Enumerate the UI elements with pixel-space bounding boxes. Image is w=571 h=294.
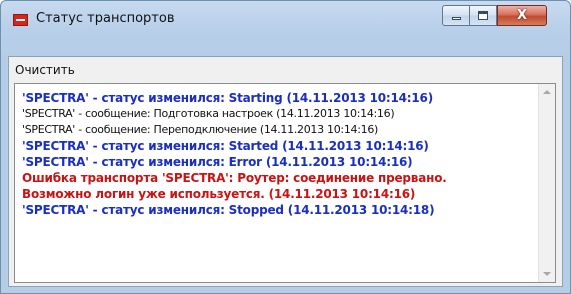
clear-button[interactable]: Очистить bbox=[15, 63, 75, 77]
log-line: Возможно логин уже используется. (14.11.… bbox=[22, 187, 416, 201]
log-textbox[interactable]: 'SPECTRA' - статус изменился: Starting (… bbox=[14, 83, 556, 283]
scroll-up-arrow-icon[interactable] bbox=[543, 90, 551, 94]
title-bar[interactable]: Статус транспортов X bbox=[1, 1, 570, 35]
app-icon-mark bbox=[16, 19, 25, 21]
vertical-scrollbar[interactable] bbox=[538, 84, 555, 282]
maximize-button[interactable] bbox=[470, 5, 497, 26]
window-title: Статус транспортов bbox=[36, 11, 175, 26]
log-lines: 'SPECTRA' - статус изменился: Starting (… bbox=[22, 90, 537, 218]
app-icon[interactable] bbox=[13, 14, 28, 26]
close-icon: X bbox=[516, 8, 528, 23]
log-line: 'SPECTRA' - статус изменился: Started (1… bbox=[22, 139, 429, 153]
log-line: Ошибка транспорта 'SPECTRA': Роутер: сое… bbox=[22, 171, 447, 185]
scroll-down-arrow-icon[interactable] bbox=[543, 272, 551, 276]
maximize-icon bbox=[478, 11, 488, 20]
minimize-icon bbox=[452, 17, 461, 20]
log-line: 'SPECTRA' - статус изменился: Starting (… bbox=[22, 91, 433, 105]
close-button[interactable]: X bbox=[497, 5, 547, 26]
minimize-button[interactable] bbox=[442, 5, 470, 26]
log-line: 'SPECTRA' - сообщение: Переподключение (… bbox=[22, 123, 379, 136]
log-line: 'SPECTRA' - статус изменился: Error (14.… bbox=[22, 155, 413, 169]
log-line: 'SPECTRA' - статус изменился: Stopped (1… bbox=[22, 203, 435, 217]
log-line: 'SPECTRA' - сообщение: Подготовка настро… bbox=[22, 107, 395, 120]
